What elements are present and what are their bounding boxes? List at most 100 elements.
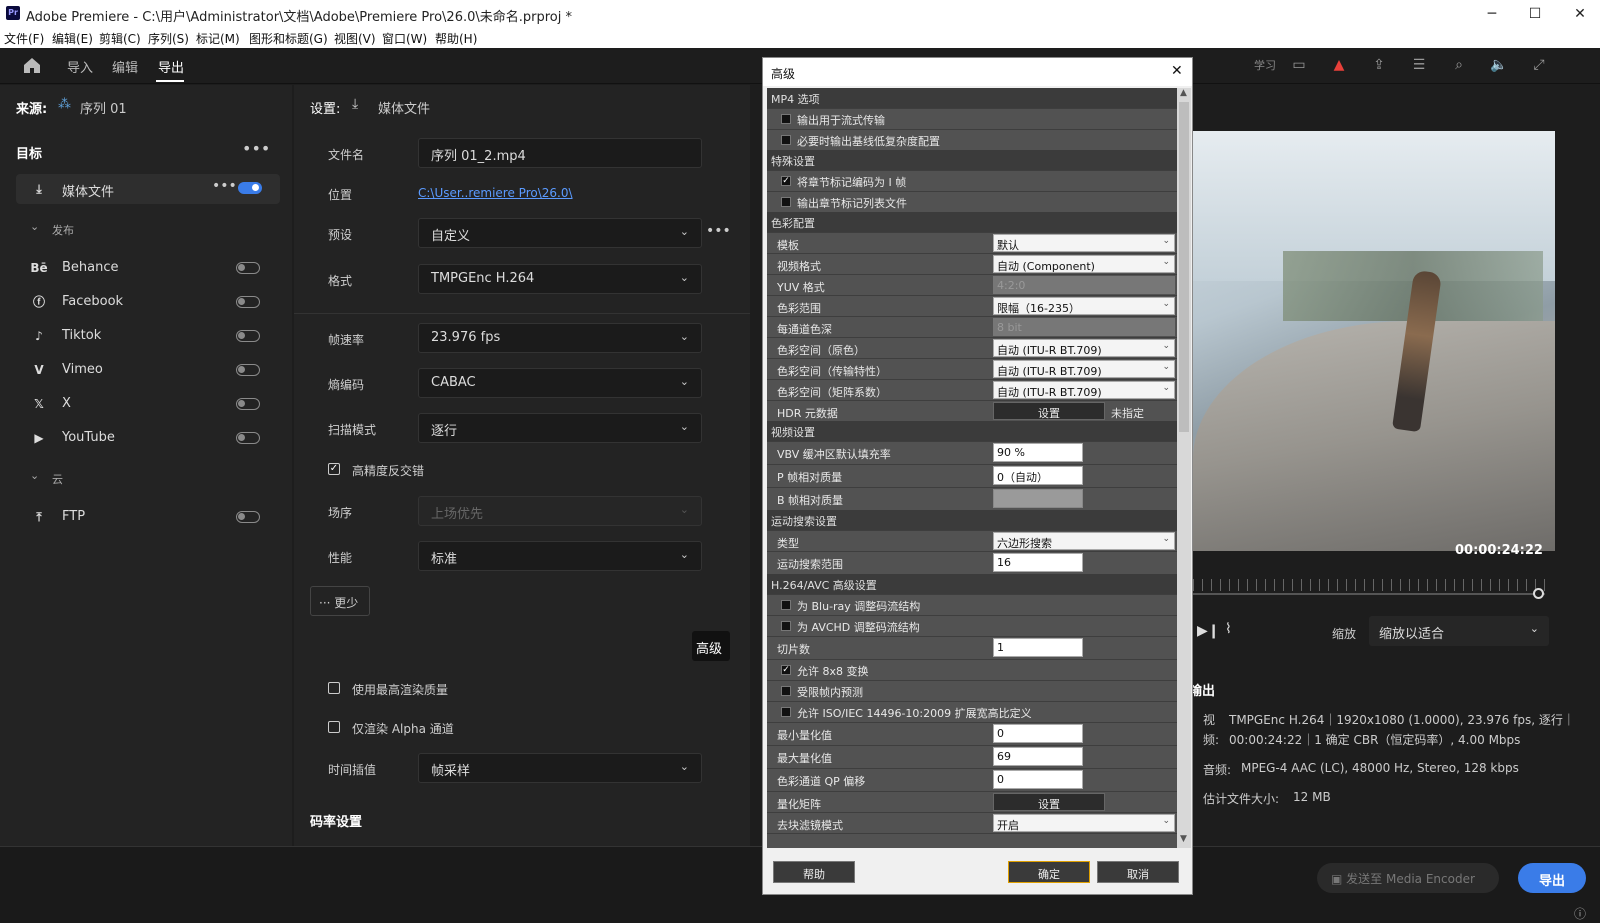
advanced-button[interactable]: 高级 xyxy=(692,631,730,661)
menu-sequence[interactable]: 序列(S) xyxy=(148,30,189,47)
youtube-toggle[interactable] xyxy=(236,432,260,444)
bluray-checkbox[interactable] xyxy=(781,600,791,610)
home-icon[interactable] xyxy=(22,56,42,74)
menu-file[interactable]: 文件(F) xyxy=(4,30,44,47)
menu-help[interactable]: 帮助(H) xyxy=(435,30,477,47)
playhead-handle[interactable] xyxy=(1533,588,1544,599)
x-item[interactable]: 𝕏 X xyxy=(16,389,280,419)
row-chapter-list[interactable]: 输出章节标记列表文件 xyxy=(767,191,1177,212)
share-icon[interactable]: ⇪ xyxy=(1370,57,1388,75)
dialog-close-icon[interactable]: ✕ xyxy=(1171,63,1183,79)
publish-chevron-icon[interactable]: ⌄ xyxy=(30,220,39,233)
slices-input[interactable]: 1 xyxy=(993,638,1083,657)
target-more-icon[interactable]: ••• xyxy=(242,139,270,158)
template-dropdown[interactable]: 默认 ⌄ xyxy=(993,234,1175,252)
field-order-dropdown[interactable]: 上场优先 ⌄ xyxy=(418,496,702,526)
media-file-item[interactable]: ⤓ 媒体文件 ••• xyxy=(16,174,280,204)
alpha-only-checkbox[interactable] xyxy=(328,721,340,733)
p-quality-input[interactable]: 0（自动） xyxy=(993,466,1083,485)
learn-tab[interactable]: 学习 xyxy=(1254,57,1276,73)
cs-transfer-dropdown[interactable]: 自动 (ITU-R BT.709) ⌄ xyxy=(993,360,1175,378)
mp4-stream-checkbox[interactable] xyxy=(781,114,791,124)
less-button[interactable]: ··· 更少 xyxy=(310,586,370,616)
info-icon[interactable]: ⓘ xyxy=(1574,905,1586,922)
timeline-ruler[interactable] xyxy=(1193,579,1545,591)
minimize-button[interactable]: ─ xyxy=(1472,4,1512,26)
layout-icon[interactable]: ▭ xyxy=(1290,57,1308,75)
min-q-input[interactable]: 0 xyxy=(993,724,1083,743)
ftp-toggle[interactable] xyxy=(236,511,260,523)
hdr-settings-button[interactable]: 设置 xyxy=(993,402,1105,420)
tab-edit[interactable]: 编辑 xyxy=(112,57,138,76)
scan-dropdown[interactable]: 逐行 ⌄ xyxy=(418,413,702,443)
chroma-qp-input[interactable]: 0 xyxy=(993,770,1083,789)
row-mp4-baseline[interactable]: 必要时输出基线低复杂度配置 xyxy=(767,129,1177,150)
behance-item[interactable]: Bē Behance xyxy=(16,253,280,283)
vimeo-toggle[interactable] xyxy=(236,364,260,376)
menu-graphics[interactable]: 图形和标题(G) xyxy=(249,30,328,47)
motion-range-input[interactable]: 16 xyxy=(993,553,1083,572)
time-interp-dropdown[interactable]: 帧采样 ⌄ xyxy=(418,753,702,783)
deinterlace-checkbox[interactable]: ✓ xyxy=(328,463,340,475)
max-q-input[interactable]: 69 xyxy=(993,747,1083,766)
media-file-more-icon[interactable]: ••• xyxy=(212,178,237,194)
mp4-baseline-checkbox[interactable] xyxy=(781,135,791,145)
menu-edit[interactable]: 编辑(E) xyxy=(52,30,93,47)
format-dropdown[interactable]: TMPGEnc H.264 ⌄ xyxy=(418,264,702,294)
preset-more-icon[interactable]: ••• xyxy=(706,223,731,239)
media-file-toggle[interactable] xyxy=(238,182,262,194)
iso-checkbox[interactable] xyxy=(781,707,791,717)
dialog-cancel-button[interactable]: 取消 xyxy=(1097,861,1179,883)
cs-primaries-dropdown[interactable]: 自动 (ITU-R BT.709) ⌄ xyxy=(993,339,1175,357)
row-chapter-i[interactable]: ✓ 将章节标记编码为 I 帧 xyxy=(767,170,1177,191)
maximize-button[interactable]: ☐ xyxy=(1515,4,1555,26)
max-render-checkbox[interactable] xyxy=(328,682,340,694)
vimeo-item[interactable]: V Vimeo xyxy=(16,355,280,385)
close-window-button[interactable]: ✕ xyxy=(1560,4,1600,26)
tiktok-item[interactable]: ♪ Tiktok xyxy=(16,321,280,351)
performance-dropdown[interactable]: 标准 ⌄ xyxy=(418,541,702,571)
scroll-down-icon[interactable]: ▼ xyxy=(1180,834,1187,844)
menu-view[interactable]: 视图(V) xyxy=(334,30,376,47)
menu-clip[interactable]: 剪辑(C) xyxy=(99,30,141,47)
fullscreen-icon[interactable]: ⤢ xyxy=(1530,57,1548,75)
tab-export[interactable]: 导出 xyxy=(158,57,184,76)
transform-8x8-checkbox[interactable]: ✓ xyxy=(781,665,791,675)
mark-in-icon[interactable]: ⌇ xyxy=(1225,621,1232,637)
depth-dropdown[interactable]: 8 bit xyxy=(993,318,1175,336)
row-intra[interactable]: 受限帧内预测 xyxy=(767,680,1177,701)
dialog-help-button[interactable]: 帮助 xyxy=(773,861,855,883)
youtube-item[interactable]: ▶ YouTube xyxy=(16,423,280,453)
vbv-input[interactable]: 90 % xyxy=(993,443,1083,462)
send-to-media-encoder-button[interactable]: ▣ 发送至 Media Encoder xyxy=(1317,863,1499,893)
framerate-dropdown[interactable]: 23.976 fps ⌄ xyxy=(418,323,702,353)
avchd-checkbox[interactable] xyxy=(781,621,791,631)
cloud-chevron-icon[interactable]: ⌄ xyxy=(30,469,39,482)
x-toggle[interactable] xyxy=(236,398,260,410)
q-matrix-settings-button[interactable]: 设置 xyxy=(993,793,1105,811)
facebook-toggle[interactable] xyxy=(236,296,260,308)
zoom-dropdown[interactable]: 缩放以适合 ⌄ xyxy=(1369,616,1549,646)
yuv-dropdown[interactable]: 4:2:0 xyxy=(993,276,1175,294)
preset-dropdown[interactable]: 自定义 ⌄ xyxy=(418,218,702,248)
tab-import[interactable]: 导入 xyxy=(67,57,93,76)
filename-input[interactable]: 序列 01_2.mp4 xyxy=(418,138,702,168)
menu-window[interactable]: 窗口(W) xyxy=(382,30,427,47)
tiktok-toggle[interactable] xyxy=(236,330,260,342)
play-icon[interactable]: ▶❙ xyxy=(1197,623,1220,639)
volume-icon[interactable]: 🔈 xyxy=(1490,57,1508,75)
chapter-i-checkbox[interactable]: ✓ xyxy=(781,176,791,186)
row-iso[interactable]: 允许 ISO/IEC 14496-10:2009 扩展宽高比定义 xyxy=(767,701,1177,722)
range-dropdown[interactable]: 限幅（16-235） ⌄ xyxy=(993,297,1175,315)
behance-toggle[interactable] xyxy=(236,262,260,274)
row-bluray[interactable]: 为 Blu-ray 调整码流结构 xyxy=(767,594,1177,615)
motion-type-dropdown[interactable]: 六边形搜索 ⌄ xyxy=(993,532,1175,550)
row-mp4-stream[interactable]: 输出用于流式传输 xyxy=(767,108,1177,129)
dialog-ok-button[interactable]: 确定 xyxy=(1008,861,1090,883)
menu-markers[interactable]: 标记(M) xyxy=(196,30,240,47)
progress-icon[interactable]: ☰ xyxy=(1410,57,1428,75)
scrollbar-thumb[interactable] xyxy=(1179,102,1189,432)
row-8x8[interactable]: ✓ 允许 8x8 变换 xyxy=(767,659,1177,680)
intra-checkbox[interactable] xyxy=(781,686,791,696)
video-format-dropdown[interactable]: 自动 (Component) ⌄ xyxy=(993,255,1175,273)
